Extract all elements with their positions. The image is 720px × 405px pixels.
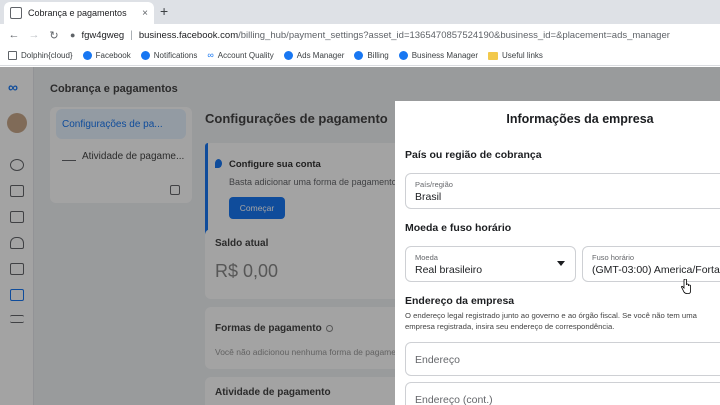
doc-icon (8, 51, 17, 60)
bookmark-dolphin[interactable]: Dolphin{cloud} (8, 51, 73, 60)
browser-tab-strip: Cobrança e pagamentos × + (0, 0, 720, 24)
bookmark-facebook[interactable]: Facebook (82, 51, 131, 60)
panel-title: Informações da empresa (506, 112, 654, 126)
back-arrow-icon[interactable]: ← (6, 27, 22, 43)
bookmark-useful-links[interactable]: Useful links (487, 51, 543, 60)
browser-toolbar: ← → ↻ ● fgw4gweg | business.facebook.com… (0, 24, 720, 46)
address-input[interactable]: Endereço (405, 342, 720, 376)
site-chip[interactable]: fgw4gweg (81, 30, 124, 41)
country-section-title: País ou região de cobrança (405, 149, 542, 161)
address-placeholder: Endereço (415, 354, 460, 366)
bookmark-billing[interactable]: Billing (354, 51, 389, 60)
meta-icon: ∞ (207, 50, 214, 60)
country-label: País/região (415, 180, 453, 189)
currency-label: Moeda (415, 253, 438, 262)
country-value: Brasil (415, 191, 442, 203)
reload-icon[interactable]: ↻ (46, 27, 62, 43)
timezone-select[interactable]: Fuso horário (GMT-03:00) America/Forta..… (582, 246, 720, 282)
hand-cursor-icon (681, 279, 691, 294)
facebook-icon (140, 51, 150, 60)
facebook-icon (283, 51, 293, 60)
page-favicon-icon (10, 7, 22, 19)
new-tab-button[interactable]: + (160, 3, 168, 19)
bookmark-notifications[interactable]: Notifications (140, 51, 197, 60)
timezone-value: (GMT-03:00) America/Forta... (592, 264, 720, 276)
url-host[interactable]: business.facebook.com (139, 30, 238, 41)
address-bar[interactable]: ● fgw4gweg | business.facebook.com /bill… (70, 26, 670, 44)
timezone-label: Fuso horário (592, 253, 635, 262)
bookmarks-bar: Dolphin{cloud} Facebook Notifications ∞ A… (0, 46, 720, 66)
url-separator: | (130, 29, 133, 41)
chevron-down-icon (557, 261, 565, 266)
bookmark-account-quality[interactable]: ∞ Account Quality (207, 50, 273, 61)
bookmark-business-manager[interactable]: Business Manager (398, 51, 478, 60)
currency-select[interactable]: Moeda Real brasileiro (405, 246, 576, 282)
address-description: O endereço legal registrado junto ao gov… (405, 311, 697, 331)
url-path[interactable]: /billing_hub/payment_settings?asset_id=1… (238, 30, 670, 41)
country-field[interactable]: País/região Brasil (405, 173, 720, 209)
facebook-icon (82, 51, 92, 60)
currency-value: Real brasileiro (415, 264, 483, 276)
business-info-panel: Informações da empresa País ou região de… (395, 101, 720, 405)
forward-arrow-icon[interactable]: → (26, 27, 42, 43)
browser-tab[interactable]: Cobrança e pagamentos × (4, 2, 154, 24)
address-section-title: Endereço da empresa (405, 295, 515, 307)
lock-icon[interactable]: ● (70, 30, 75, 40)
tab-title: Cobrança e pagamentos (28, 8, 127, 18)
facebook-icon (354, 51, 364, 60)
currency-section-title: Moeda e fuso horário (405, 222, 512, 234)
close-tab-icon[interactable]: × (142, 8, 148, 19)
folder-icon (487, 51, 498, 60)
bookmark-ads-manager[interactable]: Ads Manager (283, 51, 344, 60)
address2-placeholder: Endereço (cont.) (415, 394, 493, 405)
address2-input[interactable]: Endereço (cont.) (405, 382, 720, 405)
facebook-icon (398, 51, 408, 60)
